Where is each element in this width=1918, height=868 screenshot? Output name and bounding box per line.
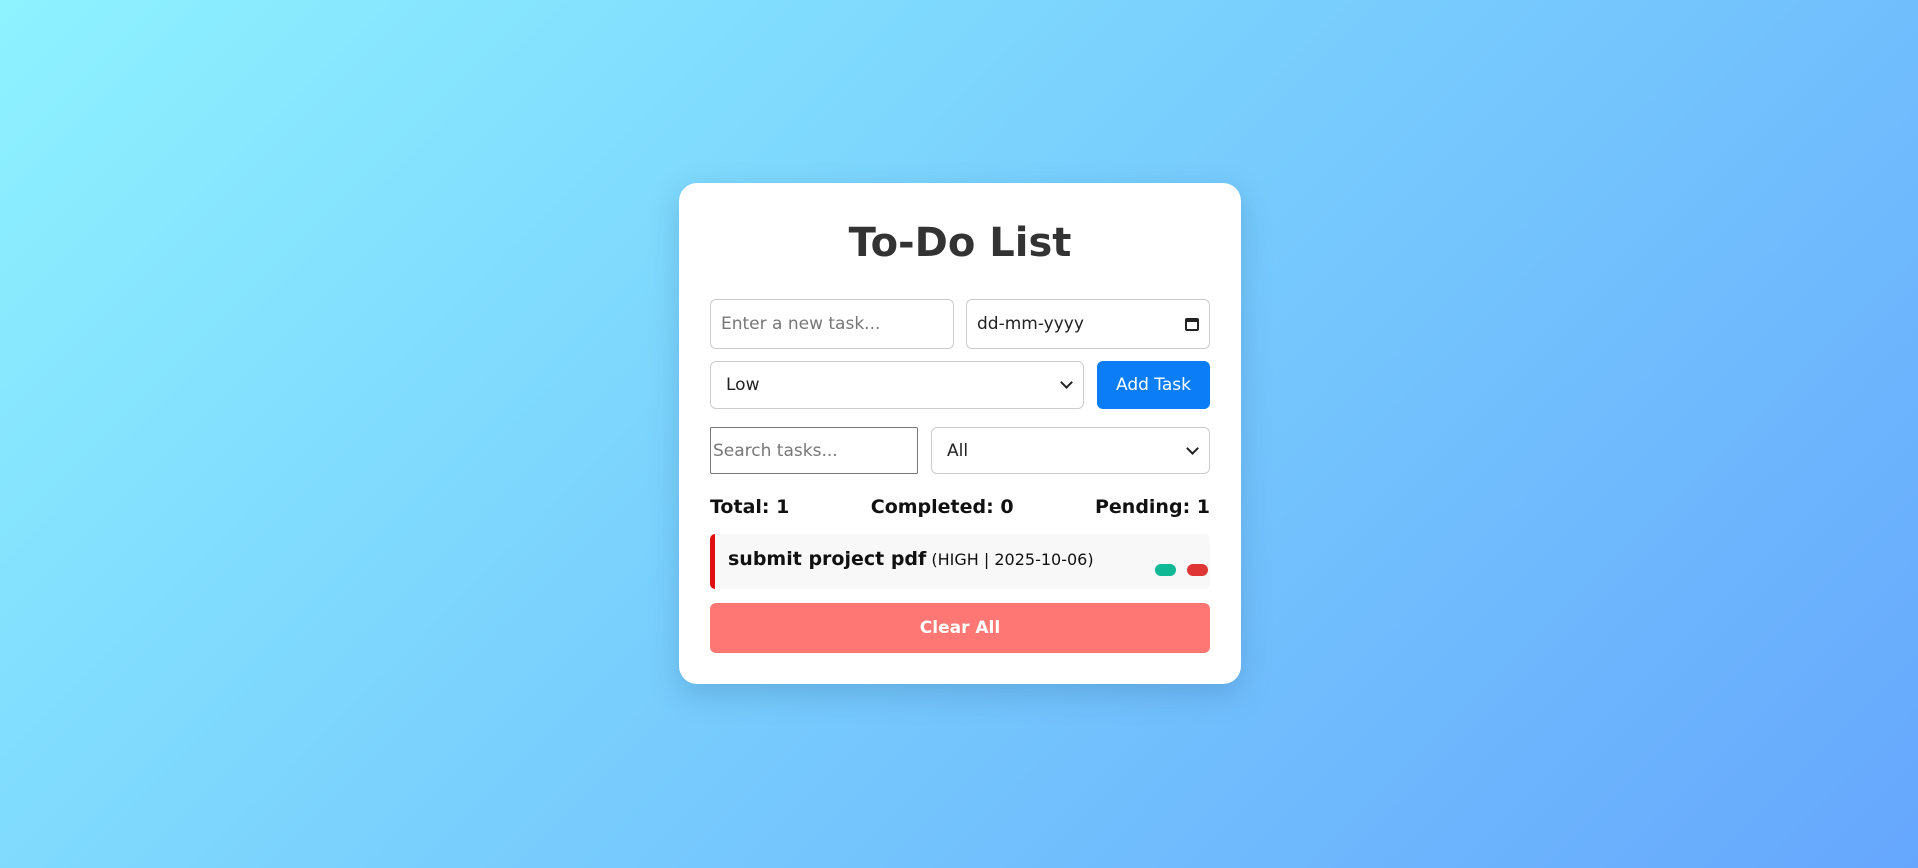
calendar-icon[interactable] bbox=[1185, 317, 1199, 331]
total-count: Total: 1 bbox=[710, 496, 790, 518]
search-input[interactable] bbox=[710, 427, 918, 474]
pending-count: Pending: 1 bbox=[1094, 496, 1210, 518]
add-task-button[interactable]: Add Task bbox=[1097, 361, 1210, 409]
task-item: submit project pdf (HIGH | 2025-10-06) bbox=[710, 534, 1210, 589]
page-title: To-Do List bbox=[848, 220, 1072, 266]
complete-task-button[interactable] bbox=[1155, 564, 1176, 576]
task-meta: (HIGH | 2025-10-06) bbox=[931, 550, 1094, 569]
chevron-down-icon bbox=[1060, 376, 1073, 389]
status-filter-select[interactable]: All bbox=[931, 427, 1210, 474]
task-input[interactable] bbox=[710, 299, 954, 349]
todo-card: To-Do List dd-mm-yyyy Low Add Task All T… bbox=[679, 183, 1241, 684]
status-filter-value: All bbox=[947, 440, 969, 461]
clear-all-button[interactable]: Clear All bbox=[710, 603, 1210, 653]
priority-select[interactable]: Low bbox=[710, 361, 1084, 409]
task-name: submit project pdf bbox=[728, 548, 927, 570]
date-placeholder: dd-mm-yyyy bbox=[977, 314, 1084, 334]
completed-count: Completed: 0 bbox=[870, 496, 1014, 518]
task-stats: Total: 1 Completed: 0 Pending: 1 bbox=[710, 496, 1210, 518]
priority-selected-value: Low bbox=[726, 375, 760, 395]
date-input[interactable]: dd-mm-yyyy bbox=[966, 299, 1210, 349]
delete-task-button[interactable] bbox=[1187, 564, 1208, 576]
task-text: submit project pdf (HIGH | 2025-10-06) bbox=[728, 548, 1094, 570]
chevron-down-icon bbox=[1186, 441, 1199, 455]
